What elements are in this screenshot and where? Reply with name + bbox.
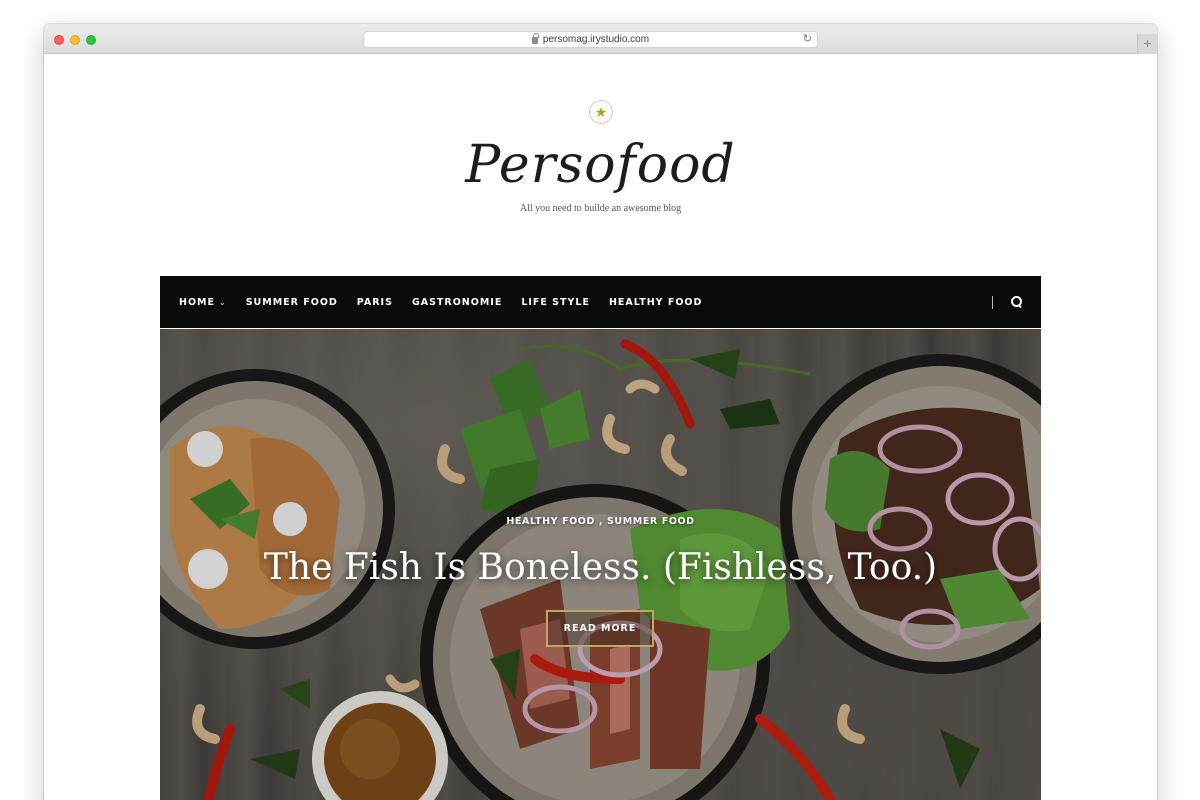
nav-item-life-style[interactable]: LIFE STYLE (521, 297, 590, 308)
read-more-button[interactable]: READ MORE (546, 610, 654, 647)
close-window-button[interactable] (54, 35, 64, 45)
address-bar[interactable]: persomag.irystudio.com ↻ (363, 31, 818, 48)
new-tab-button[interactable]: + (1137, 34, 1157, 54)
page-content: ★ Persofood All you need to builde an aw… (44, 55, 1157, 800)
nav-item-paris[interactable]: PARIS (357, 297, 393, 308)
browser-window: persomag.irystudio.com ↻ + ★ Persofood A… (44, 24, 1157, 800)
nav-divider (992, 295, 993, 309)
nav-item-home[interactable]: HOME ⌄ (179, 297, 227, 308)
url-text: persomag.irystudio.com (542, 34, 650, 45)
site-logo[interactable]: Persofood (44, 135, 1157, 195)
nav-item-summer-food[interactable]: SUMMER FOOD (246, 297, 338, 308)
nav-item-gastronomie[interactable]: GASTRONOMIE (412, 297, 502, 308)
chevron-down-icon: ⌄ (218, 297, 227, 307)
search-icon[interactable] (1011, 296, 1023, 308)
nav-item-healthy-food[interactable]: HEALTHY FOOD (609, 297, 702, 308)
featured-post-hero[interactable]: HEALTHY FOOD , SUMMER FOOD The Fish Is B… (160, 329, 1041, 800)
zoom-window-button[interactable] (86, 35, 96, 45)
post-title[interactable]: The Fish Is Boneless. (Fishless, Too.) (160, 547, 1041, 588)
site-tagline: All you need to builde an awesome blog (519, 203, 682, 214)
minimize-window-button[interactable] (70, 35, 80, 45)
main-navigation: HOME ⌄ SUMMER FOOD PARIS GASTRONOMIE LIFE… (160, 276, 1041, 328)
post-categories[interactable]: HEALTHY FOOD , SUMMER FOOD (160, 516, 1041, 527)
browser-titlebar: persomag.irystudio.com ↻ + (44, 24, 1157, 54)
lock-icon (531, 33, 539, 44)
reload-icon[interactable]: ↻ (803, 32, 812, 45)
star-icon: ★ (589, 100, 613, 124)
